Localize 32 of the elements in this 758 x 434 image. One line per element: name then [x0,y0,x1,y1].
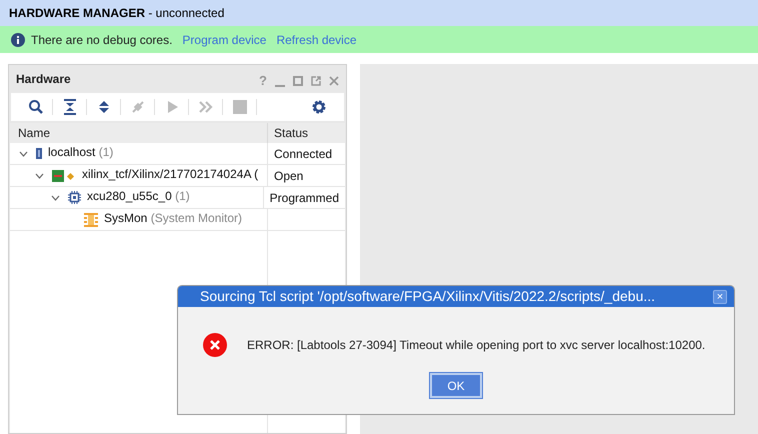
collapse-all-icon[interactable] [62,99,78,115]
close-icon[interactable] [329,76,339,86]
float-icon[interactable] [311,76,321,86]
chip-icon [68,191,81,204]
panel-title: Hardware [16,71,72,88]
tree-node-label[interactable]: xilinx_tcf/Xilinx/217702174024A ( [82,165,258,182]
collapse-caret-icon[interactable] [34,172,44,178]
dialog-title: Sourcing Tcl script '/opt/software/FPGA/Xilinx/Vitis/2022.2/scripts/_debu... [200,287,656,306]
search-icon[interactable] [28,99,44,115]
info-icon [11,32,25,46]
status-text: Connected [274,146,332,162]
tree-node-label[interactable]: SysMon (System Monitor) [104,209,242,226]
board-icon [52,170,76,182]
ok-button[interactable]: OK [430,373,482,398]
column-header[interactable]: Status [268,123,345,143]
status-text: Programmed [270,190,339,206]
collapse-caret-icon[interactable] [18,150,28,156]
server-icon [36,148,42,159]
info-message: There are no debug cores. [31,32,172,48]
maximize-icon[interactable] [293,76,303,86]
tree-node-label[interactable]: xcu280_u55c_0 (1) [87,187,190,204]
error-icon [203,333,227,357]
header-title: HARDWARE MANAGER - unconnected [9,5,224,22]
tree-node-label[interactable]: localhost (1) [48,143,114,160]
status-text: Open [274,168,304,184]
settings-icon[interactable] [311,99,327,115]
error-message: ERROR: [Labtools 27-3094] Timeout while opening port to xvc server localhost:10200. [247,337,706,354]
collapse-caret-icon[interactable] [50,194,60,200]
column-header[interactable]: Name [10,123,268,143]
banner-link[interactable]: Program device [182,30,266,48]
monitor-icon [84,212,98,226]
banner-link[interactable]: Refresh device [276,30,357,48]
